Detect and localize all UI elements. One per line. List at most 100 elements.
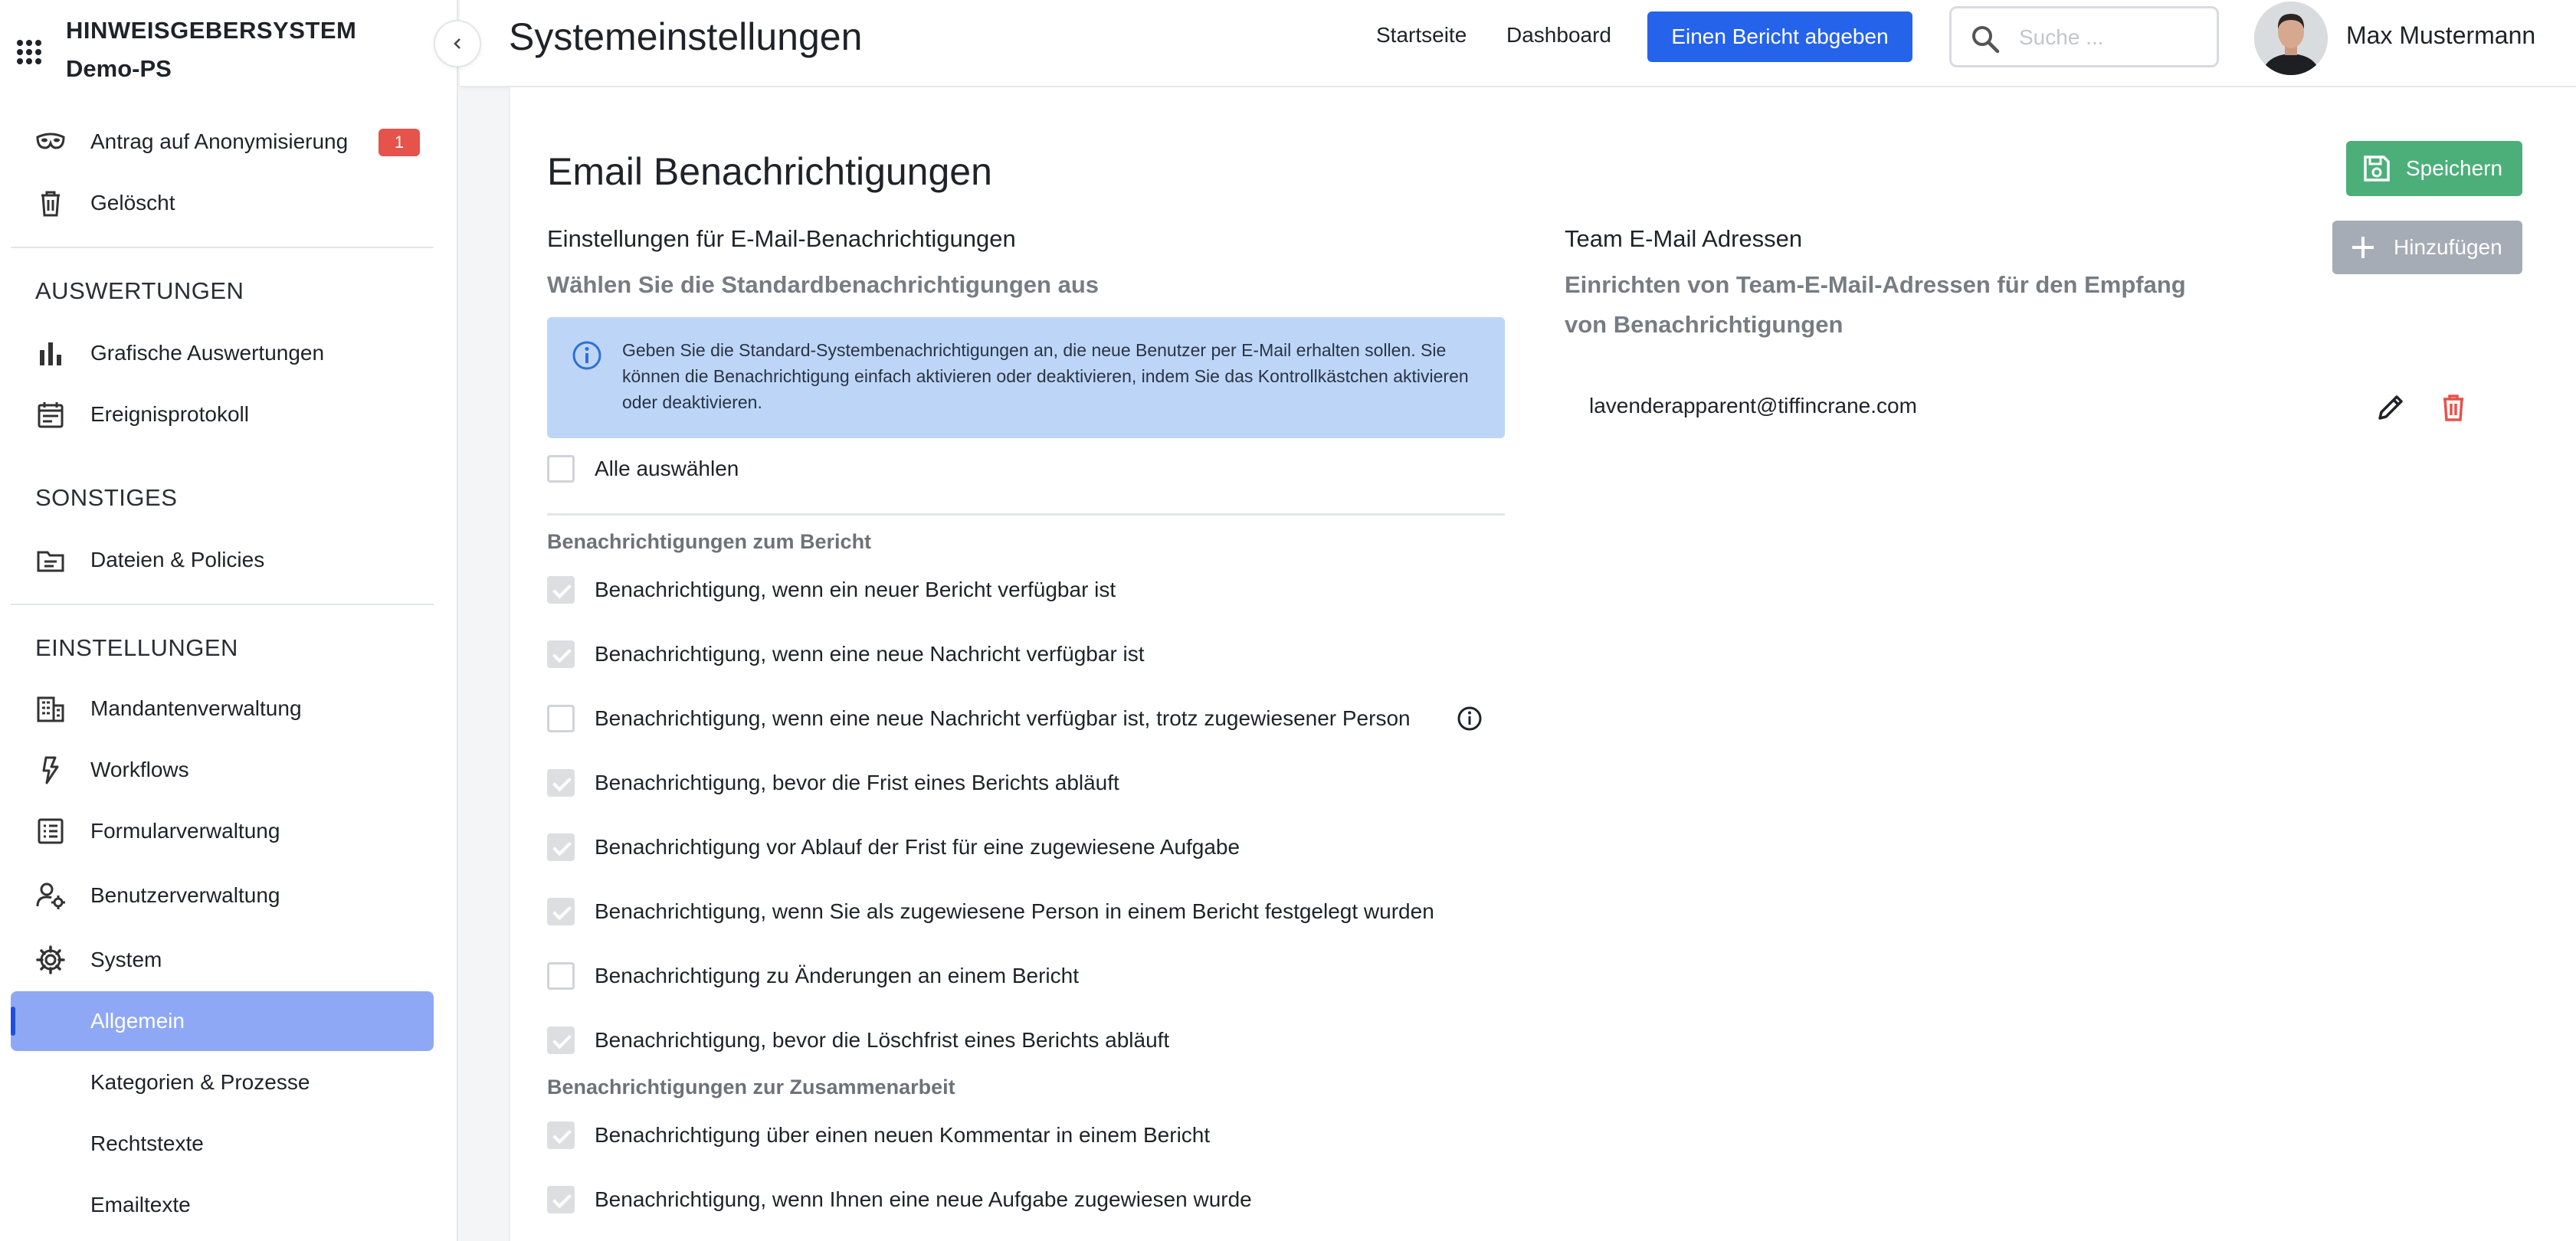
- page-title: Systemeinstellungen: [509, 15, 863, 58]
- bar-chart-icon: [35, 338, 66, 368]
- search-input[interactable]: [2019, 21, 2203, 54]
- sidebar-item-label: Emailtexte: [90, 1193, 191, 1216]
- sidebar-item-label: Rechtstexte: [90, 1131, 204, 1155]
- group-header-collab: Benachrichtigungen zur Zusammenarbeit: [547, 1076, 955, 1099]
- team-email-heading: Team E-Mail Adressen: [1565, 225, 1803, 252]
- sidebar-item-workflows[interactable]: Workflows: [11, 740, 434, 800]
- mask-icon: [35, 126, 66, 157]
- gear-icon: [35, 945, 66, 975]
- checkbox-label: Benachrichtigung, wenn Sie als zugewiese…: [595, 899, 1434, 923]
- sidebar-item-label: System: [90, 948, 162, 971]
- checkbox-label: Benachrichtigung zu Änderungen an einem …: [595, 964, 1079, 987]
- sidebar-item-label: Allgemein: [90, 1009, 185, 1033]
- notification-checkbox[interactable]: [547, 833, 575, 861]
- sidebar-item-label: Antrag auf Anonymisierung: [90, 129, 349, 153]
- nav-link-dashboard[interactable]: Dashboard: [1506, 21, 1611, 49]
- brand-subtitle: Demo-PS: [66, 55, 172, 82]
- checkbox-label: Benachrichtigung, wenn Ihnen eine neue A…: [595, 1187, 1252, 1211]
- section-subheading: Wählen Sie die Standardbenachrichtigunge…: [547, 271, 1100, 298]
- sidebar-item-label: Workflows: [90, 758, 189, 781]
- search-icon: [1972, 26, 2000, 54]
- chevron-left-icon: [454, 38, 460, 49]
- sidebar-item-mandantenverwaltung[interactable]: Mandantenverwaltung: [11, 679, 434, 738]
- nav-link-startseite[interactable]: Startseite: [1376, 21, 1467, 49]
- section-header-einstellungen: EINSTELLUNGEN: [35, 634, 238, 661]
- save-icon: [2364, 156, 2390, 182]
- notification-checkbox[interactable]: [547, 1186, 575, 1213]
- add-email-button[interactable]: Hinzufügen: [2332, 221, 2522, 274]
- divider: [547, 513, 1505, 516]
- sidebar-item-dateien-policies[interactable]: Dateien & Policies: [11, 530, 434, 590]
- section-header-sonstiges: SONSTIGES: [35, 484, 178, 511]
- notification-checkbox[interactable]: [547, 640, 575, 668]
- sidebar-item-allgemein[interactable]: Allgemein: [11, 991, 434, 1051]
- building-icon: [35, 693, 66, 724]
- select-all-checkbox[interactable]: [547, 455, 575, 483]
- notification-checkbox[interactable]: [547, 898, 575, 925]
- group-header-report: Benachrichtigungen zum Bericht: [547, 530, 872, 553]
- folder-icon: [35, 545, 66, 575]
- checkbox-label: Benachrichtigung vor Ablauf der Frist fü…: [595, 835, 1240, 859]
- pencil-icon[interactable]: [2374, 391, 2407, 424]
- checkbox-label: Benachrichtigung, wenn eine neue Nachric…: [595, 706, 1411, 730]
- submit-report-button[interactable]: Einen Bericht abgeben: [1647, 11, 1912, 62]
- sidebar-item-formularverwaltung[interactable]: Formularverwaltung: [11, 801, 434, 861]
- checkbox-label: Benachrichtigung über einen neuen Kommen…: [595, 1123, 1211, 1147]
- avatar[interactable]: [2254, 2, 2328, 75]
- sidebar-item-anonymisierung[interactable]: Antrag auf Anonymisierung 1: [11, 112, 434, 172]
- notification-checkbox[interactable]: [547, 962, 575, 990]
- team-email-subheading-line1: Einrichten von Team-E-Mail-Adressen für …: [1565, 271, 2186, 298]
- info-alert: Geben Sie die Standard-Systembenachricht…: [547, 317, 1505, 438]
- sidebar-item-label: Grafische Auswertungen: [90, 341, 325, 365]
- checkbox-label: Alle auswählen: [595, 457, 739, 480]
- sidebar-item-label: Gelöscht: [90, 191, 175, 214]
- sidebar-item-label: Formularverwaltung: [90, 819, 280, 843]
- brand-title: HINWEISGEBERSYSTEM: [66, 17, 357, 44]
- sidebar-item-emailtexte[interactable]: Emailtexte: [11, 1175, 434, 1235]
- notification-checkbox[interactable]: [547, 769, 575, 797]
- notification-checkbox[interactable]: [547, 705, 575, 732]
- save-button-label: Speichern: [2406, 156, 2503, 180]
- sidebar-item-geloescht[interactable]: Gelöscht: [11, 173, 434, 233]
- checkbox-label: Benachrichtigung, wenn eine neue Nachric…: [595, 642, 1145, 666]
- card-title: Email Benachrichtigungen: [547, 150, 992, 193]
- team-email-address: lavenderapparent@tiffincrane.com: [1589, 394, 1917, 417]
- search-box: [1949, 6, 2219, 67]
- add-button-label: Hinzufügen: [2394, 235, 2502, 259]
- plus-icon: [2352, 237, 2374, 258]
- settings-card: Email Benachrichtigungen Speichern Einst…: [509, 87, 2576, 1241]
- notification-checkbox[interactable]: [547, 576, 575, 604]
- info-icon: [572, 341, 601, 370]
- user-avatar-icon: [2254, 2, 2328, 75]
- sidebar-item-label: Mandantenverwaltung: [90, 696, 302, 720]
- user-name[interactable]: Max Mustermann: [2346, 20, 2535, 51]
- sidebar-item-ereignisprotokoll[interactable]: Ereignisprotokoll: [11, 385, 434, 444]
- sidebar-item-label: Ereignisprotokoll: [90, 402, 249, 426]
- lightning-icon: [35, 755, 66, 785]
- sidebar-item-label: Dateien & Policies: [90, 548, 265, 571]
- checkbox-label: Benachrichtigung, wenn ein neuer Bericht…: [595, 578, 1116, 601]
- trash-icon[interactable]: [2437, 391, 2470, 424]
- info-icon[interactable]: [1456, 705, 1483, 732]
- calendar-icon: [35, 399, 66, 430]
- trash-icon: [35, 188, 66, 218]
- info-text: Geben Sie die Standard-Systembenachricht…: [622, 340, 1469, 412]
- save-button[interactable]: Speichern: [2346, 141, 2522, 196]
- divider: [11, 604, 434, 605]
- sidebar-item-rechtstexte[interactable]: Rechtstexte: [11, 1114, 434, 1174]
- sidebar-item-kategorien-prozesse[interactable]: Kategorien & Prozesse: [11, 1053, 434, 1112]
- sidebar-item-grafische-auswertungen[interactable]: Grafische Auswertungen: [11, 323, 434, 383]
- notification-checkbox[interactable]: [547, 1027, 575, 1054]
- sidebar-item-label: Benutzerverwaltung: [90, 883, 280, 907]
- sidebar-item-system[interactable]: System: [11, 930, 434, 990]
- apps-grid-icon[interactable]: [14, 37, 44, 67]
- user-gear-icon: [35, 880, 66, 911]
- sidebar-item-benutzerverwaltung[interactable]: Benutzerverwaltung: [11, 866, 434, 925]
- list-icon: [35, 816, 66, 846]
- checkbox-label: Benachrichtigung, bevor die Löschfrist e…: [595, 1028, 1170, 1052]
- count-badge: 1: [379, 129, 420, 156]
- collapse-sidebar-button[interactable]: [434, 20, 481, 67]
- notification-checkbox[interactable]: [547, 1121, 575, 1149]
- sidebar: HINWEISGEBERSYSTEM Demo-PS Antrag auf An…: [0, 0, 458, 1241]
- top-header: Systemeinstellungen Startseite Dashboard…: [460, 0, 2576, 87]
